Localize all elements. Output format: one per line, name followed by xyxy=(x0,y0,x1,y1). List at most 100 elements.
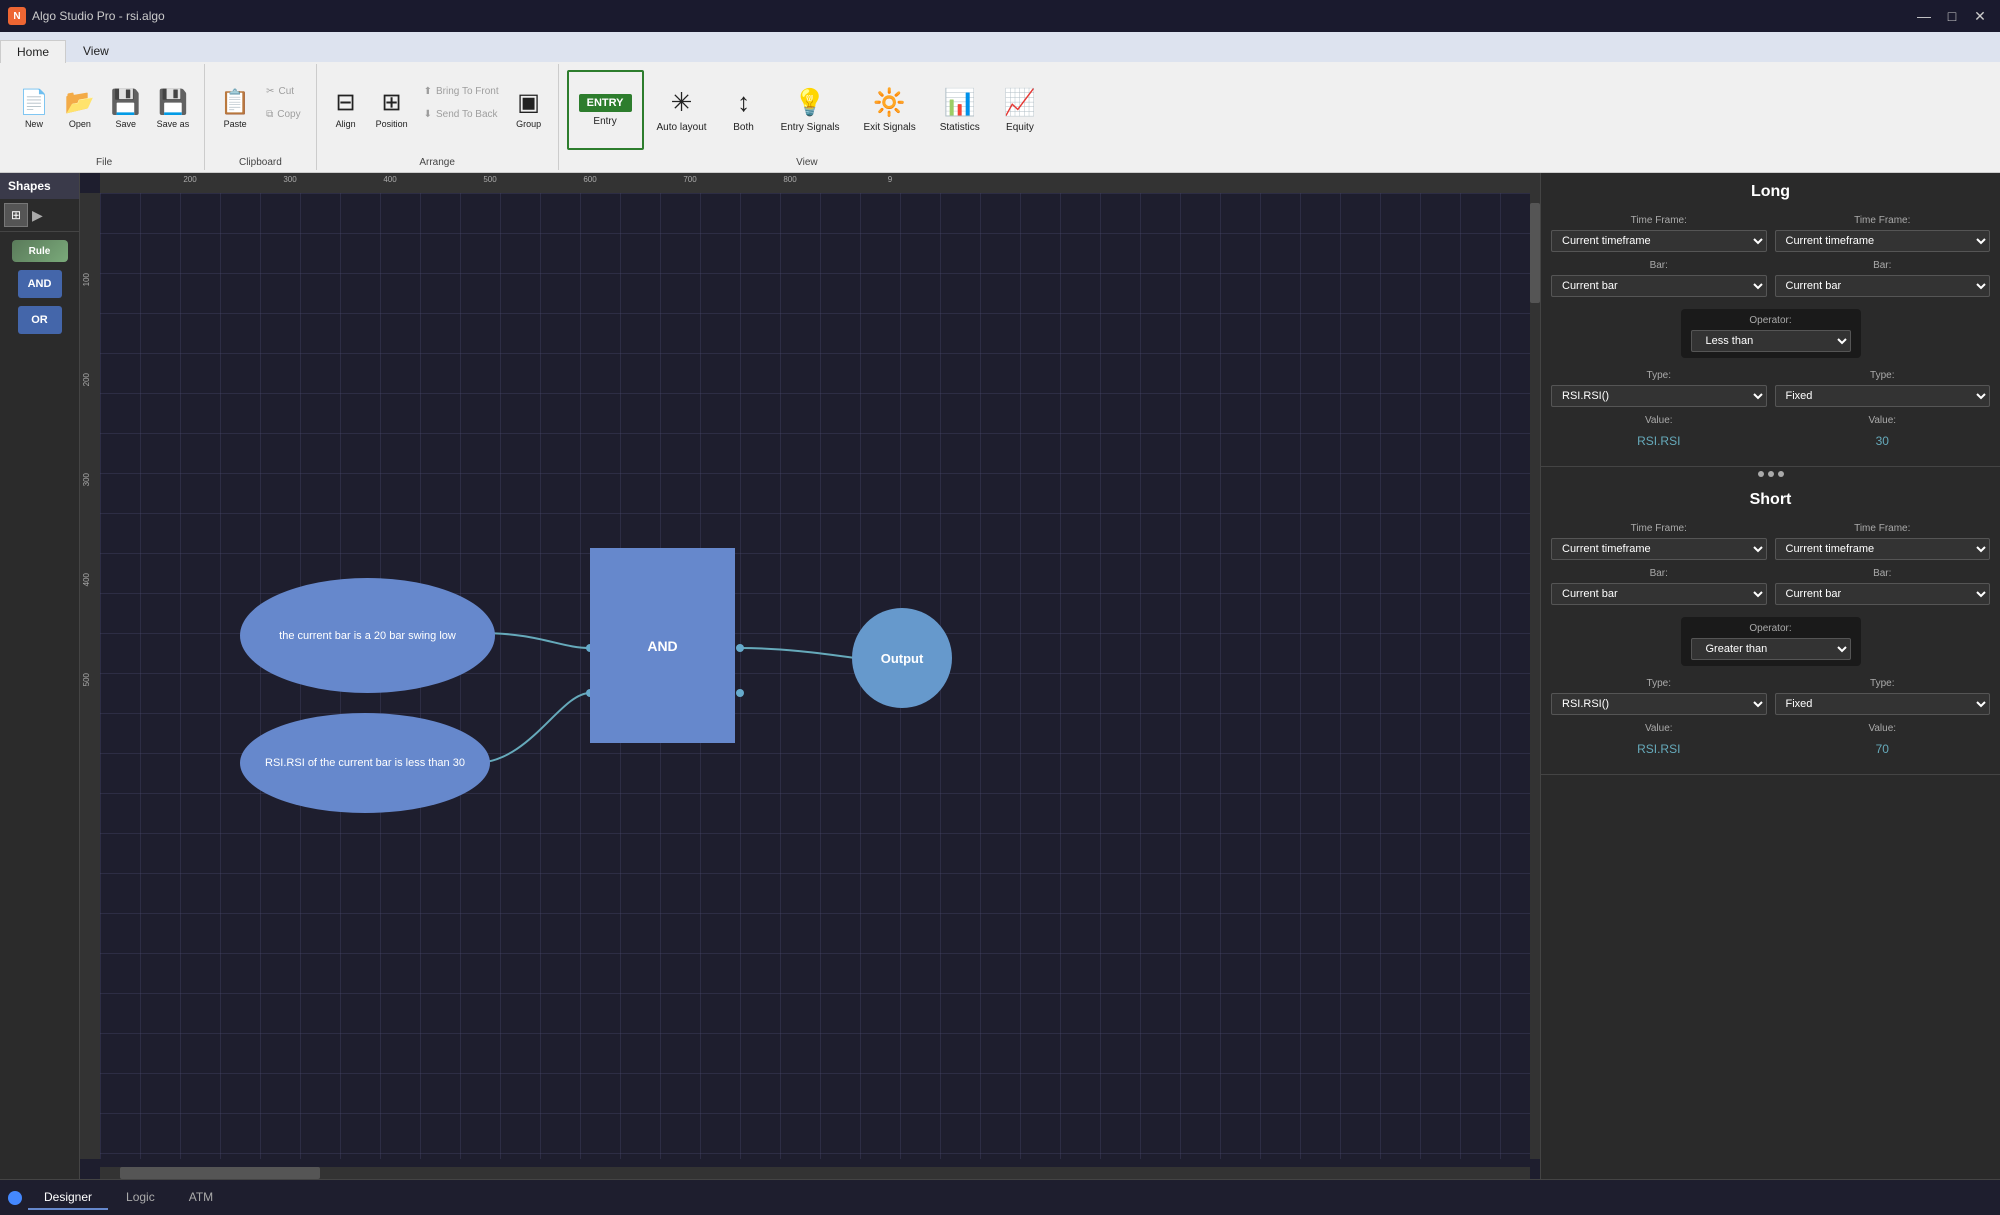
tab-logic[interactable]: Logic xyxy=(110,1186,171,1210)
sidebar-toolbar: ⊞ ▶ xyxy=(0,199,79,232)
position-button[interactable]: ⊞ Position xyxy=(369,70,415,150)
app-title: Algo Studio Pro - rsi.algo xyxy=(32,9,165,23)
rsi-condition-node[interactable]: RSI.RSI of the current bar is less than … xyxy=(240,713,490,813)
ribbon-group-file: 📄 New 📂 Open 💾 Save 💾 Save as File xyxy=(4,64,205,170)
ribbon-tabs: Home View xyxy=(0,32,2000,62)
copy-button[interactable]: ⧉ Copy xyxy=(259,104,308,126)
long-value-display[interactable]: RSI.RSI xyxy=(1551,430,1767,452)
save-button[interactable]: 💾 Save xyxy=(104,70,148,150)
ruler-v-500: 500 xyxy=(82,673,91,686)
long-bar-select[interactable]: Current bar xyxy=(1551,275,1767,297)
long-timeframe-right-select[interactable]: Current timeframe xyxy=(1775,230,1991,252)
statistics-button[interactable]: 📊 Statistics xyxy=(929,70,991,150)
short-type-select[interactable]: RSI.RSI() xyxy=(1551,693,1767,715)
entry-signals-button[interactable]: 💡 Entry Signals xyxy=(770,70,851,150)
rule-shape[interactable]: Rule xyxy=(12,240,68,262)
short-value-left-col: Value: RSI.RSI xyxy=(1551,723,1767,760)
send-back-label: Send To Back xyxy=(436,109,498,120)
maximize-button[interactable]: □ xyxy=(1940,4,1964,28)
short-value-right-display[interactable]: 70 xyxy=(1775,738,1991,760)
title-bar: N Algo Studio Pro - rsi.algo — □ ✕ xyxy=(0,0,2000,32)
right-panel: Long Time Frame: Current timeframe Time … xyxy=(1540,173,2000,1179)
ruler-horizontal: 200 300 400 500 600 700 800 9 xyxy=(100,173,1540,193)
ruler-h-700: 700 xyxy=(683,175,696,184)
and-shape[interactable]: AND xyxy=(18,270,62,298)
short-timeframe-label: Time Frame: xyxy=(1551,523,1767,534)
tab-view[interactable]: View xyxy=(66,39,126,62)
sidebar-expand-icon[interactable]: ▶ xyxy=(32,207,43,224)
short-timeframe-select[interactable]: Current timeframe xyxy=(1551,538,1767,560)
new-button[interactable]: 📄 New xyxy=(12,70,56,150)
and-label: AND xyxy=(28,278,52,290)
short-type-right-select[interactable]: Fixed xyxy=(1775,693,1991,715)
long-type-right-label: Type: xyxy=(1775,370,1991,381)
cut-button[interactable]: ✂ Cut xyxy=(259,81,308,103)
canvas-wrapper[interactable]: 200 300 400 500 600 700 800 9 100 200 30… xyxy=(80,173,1540,1179)
open-button[interactable]: 📂 Open xyxy=(58,70,102,150)
entry-button[interactable]: ENTRY Entry xyxy=(567,70,644,150)
vertical-scrollbar[interactable] xyxy=(1530,193,1540,1159)
save-as-button[interactable]: 💾 Save as xyxy=(150,70,197,150)
equity-button[interactable]: 📈 Equity xyxy=(993,70,1047,150)
output-node[interactable]: Output xyxy=(852,608,952,708)
and-node-label: AND xyxy=(647,638,677,654)
auto-layout-button[interactable]: ✳ Auto layout xyxy=(646,70,718,150)
short-value-display[interactable]: RSI.RSI xyxy=(1551,738,1767,760)
close-button[interactable]: ✕ xyxy=(1968,4,1992,28)
long-bar-row: Bar: Current bar Bar: Current bar xyxy=(1541,256,2000,301)
tab-atm[interactable]: ATM xyxy=(173,1186,229,1210)
sidebar-item-and[interactable]: AND xyxy=(18,270,62,298)
long-type-select[interactable]: RSI.RSI() xyxy=(1551,385,1767,407)
statistics-icon: 📊 xyxy=(944,87,976,118)
or-shape[interactable]: OR xyxy=(18,306,62,334)
main-layout: Shapes ⊞ ▶ Rule AND OR xyxy=(0,173,2000,1179)
send-back-icon: ⬇ xyxy=(424,109,432,120)
minimize-button[interactable]: — xyxy=(1912,4,1936,28)
long-bar-right-label: Bar: xyxy=(1775,260,1991,271)
h-scrollbar-thumb[interactable] xyxy=(120,1167,320,1179)
sidebar-item-or[interactable]: OR xyxy=(18,306,62,334)
long-operator-select[interactable]: Less than Greater than Equal to xyxy=(1691,330,1851,352)
long-value-right-display[interactable]: 30 xyxy=(1775,430,1991,452)
long-timeframe-right-label: Time Frame: xyxy=(1775,215,1991,226)
save-label: Save xyxy=(115,119,136,130)
new-icon: 📄 xyxy=(19,91,49,115)
long-operator-box: Operator: Less than Greater than Equal t… xyxy=(1681,309,1861,358)
output-label: Output xyxy=(881,651,924,666)
paste-button[interactable]: 📋 Paste xyxy=(213,70,257,150)
short-type-right-col: Type: Fixed xyxy=(1775,678,1991,715)
ribbon-group-file-inner: 📄 New 📂 Open 💾 Save 💾 Save as xyxy=(12,66,196,168)
send-back-button[interactable]: ⬇ Send To Back xyxy=(417,104,506,126)
sidebar-grid-view[interactable]: ⊞ xyxy=(4,203,28,227)
ruler-vertical: 100 200 300 400 500 xyxy=(80,193,100,1159)
exit-signals-button[interactable]: 🔆 Exit Signals xyxy=(852,70,926,150)
short-type-left-col: Type: RSI.RSI() xyxy=(1551,678,1767,715)
and-node[interactable]: AND xyxy=(590,548,735,743)
short-type-label: Type: xyxy=(1551,678,1767,689)
short-bar-select[interactable]: Current bar xyxy=(1551,583,1767,605)
view-group-label: View xyxy=(559,157,1055,168)
align-button[interactable]: ⊟ Align xyxy=(325,70,367,150)
tab-designer[interactable]: Designer xyxy=(28,1186,108,1210)
short-bar-right-select[interactable]: Current bar xyxy=(1775,583,1991,605)
tab-home[interactable]: Home xyxy=(0,40,66,63)
long-timeframe-select[interactable]: Current timeframe xyxy=(1551,230,1767,252)
sidebar-item-rule[interactable]: Rule xyxy=(12,240,68,262)
short-timeframe-right-select[interactable]: Current timeframe xyxy=(1775,538,1991,560)
group-button[interactable]: ▣ Group xyxy=(508,70,550,150)
long-timeframe-left-col: Time Frame: Current timeframe xyxy=(1551,215,1767,252)
v-scrollbar-thumb[interactable] xyxy=(1530,203,1540,303)
long-type-right-select[interactable]: Fixed xyxy=(1775,385,1991,407)
long-value-right-col: Value: 30 xyxy=(1775,415,1991,452)
swing-low-label: the current bar is a 20 bar swing low xyxy=(279,630,456,642)
long-bar-right-select[interactable]: Current bar xyxy=(1775,275,1991,297)
shapes-title: Shapes xyxy=(8,179,51,193)
both-button[interactable]: ↕ Both xyxy=(720,70,768,150)
long-bar-right-col: Bar: Current bar xyxy=(1775,260,1991,297)
horizontal-scrollbar[interactable] xyxy=(100,1167,1530,1179)
short-operator-select[interactable]: Greater than Less than Equal to xyxy=(1691,638,1851,660)
bring-front-button[interactable]: ⬆ Bring To Front xyxy=(417,81,506,103)
long-bar-left-col: Bar: Current bar xyxy=(1551,260,1767,297)
swing-low-node[interactable]: the current bar is a 20 bar swing low xyxy=(240,578,495,693)
ruler-v-400: 400 xyxy=(82,573,91,586)
